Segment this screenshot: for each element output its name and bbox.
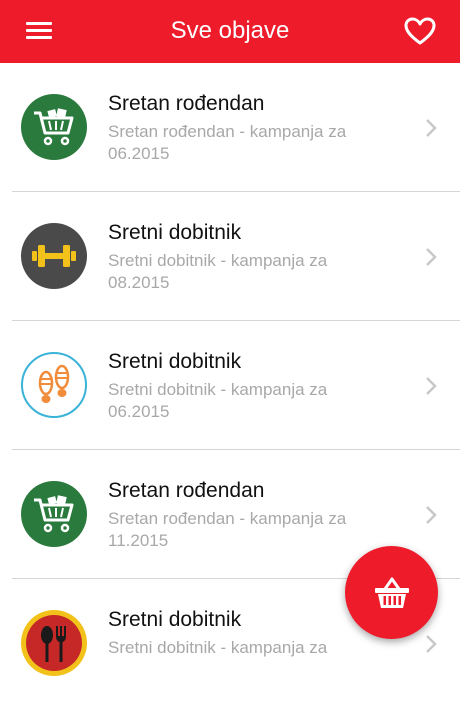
post-title: Sretan rođendan <box>108 479 265 502</box>
page-title: Sve objave <box>170 17 290 44</box>
post-subtitle: Sretni dobitnik - kampanja za <box>108 638 328 657</box>
post-title: Sretni dobitnik <box>108 608 242 631</box>
spoon-fork-icon <box>41 626 66 662</box>
post-title: Sretni dobitnik <box>108 221 242 244</box>
post-subtitle: Sretan rođendan - kampanja za 06.2015 <box>108 122 347 163</box>
basket-icon <box>374 577 409 608</box>
chevron-right-icon <box>426 377 437 395</box>
avatar <box>21 610 87 676</box>
post-subtitle: Sretni dobitnik - kampanja za 08.2015 <box>108 251 328 292</box>
list-item[interactable]: Sretni dobitnik Sretni dobitnik - kampan… <box>0 321 460 450</box>
favorites-button[interactable] <box>403 16 437 46</box>
chevron-right-icon <box>426 119 437 137</box>
avatar <box>21 481 87 547</box>
list-item[interactable]: Sretni dobitnik Sretni dobitnik - kampan… <box>0 192 460 321</box>
heart-icon <box>404 17 436 45</box>
post-subtitle: Sretni dobitnik - kampanja za 06.2015 <box>108 380 328 421</box>
chevron-right-icon <box>426 635 437 653</box>
chevron-right-icon <box>426 248 437 266</box>
post-title: Sretan rođendan <box>108 92 265 115</box>
shopping-cart-icon <box>34 108 74 146</box>
avatar <box>21 94 87 160</box>
shopping-cart-icon <box>34 495 74 533</box>
dumbbell-icon <box>32 245 76 267</box>
post-title: Sretni dobitnik <box>108 350 242 373</box>
list-item[interactable]: Sretan rođendan Sretan rođendan - kampan… <box>0 63 460 192</box>
avatar <box>21 223 87 289</box>
basket-fab-button[interactable] <box>345 546 438 639</box>
post-subtitle: Sretan rođendan - kampanja za 11.2015 <box>108 509 347 550</box>
app-header: Sve objave <box>0 0 460 63</box>
chevron-right-icon <box>426 506 437 524</box>
avatar <box>21 352 87 418</box>
footprints-icon <box>38 364 70 403</box>
